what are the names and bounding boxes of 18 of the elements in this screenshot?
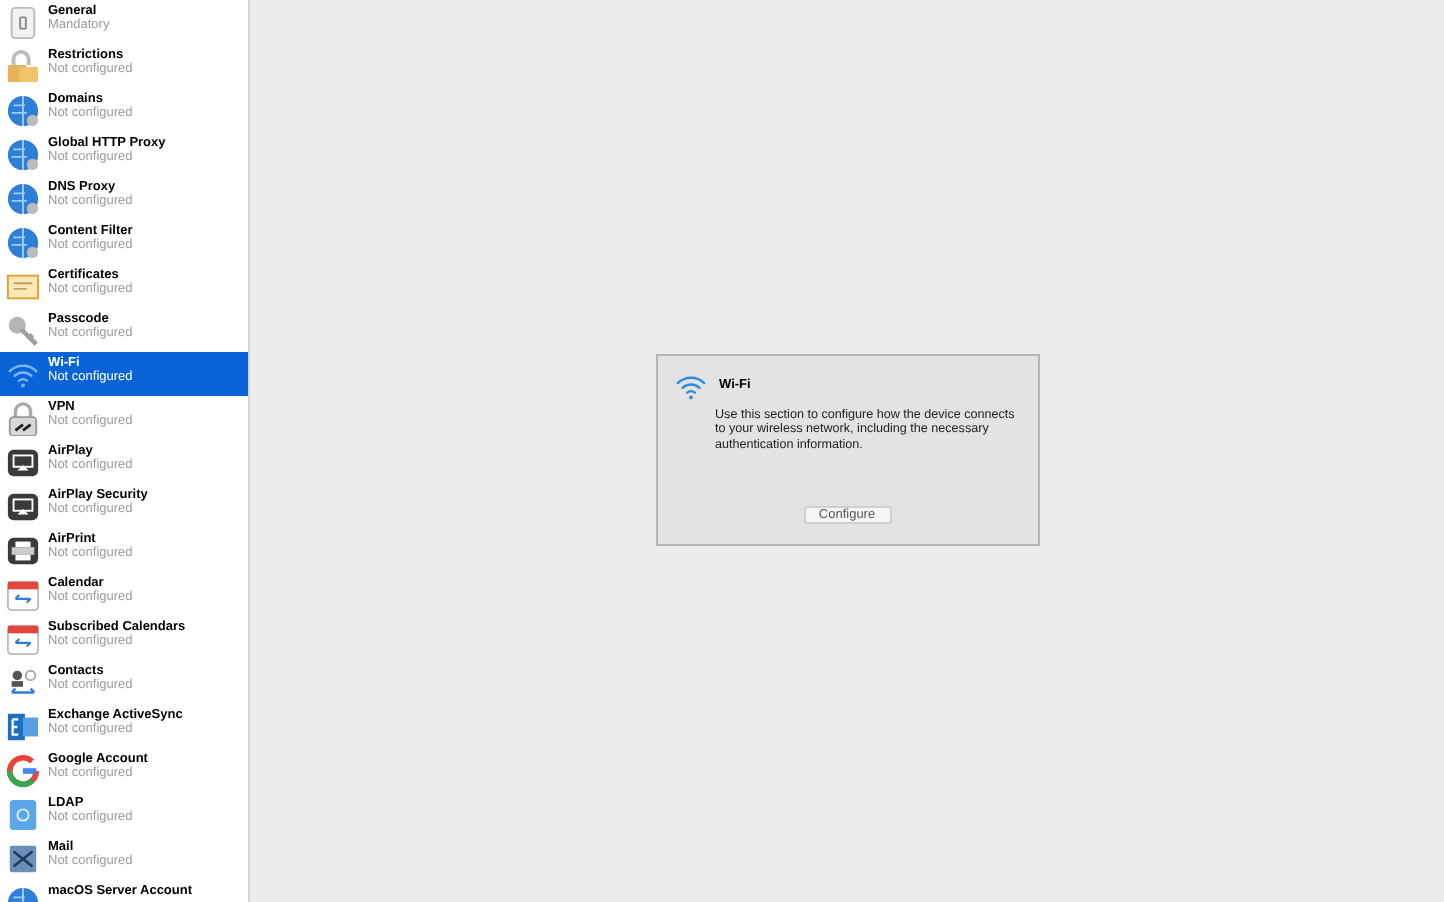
globe-icon bbox=[6, 181, 40, 215]
device-icon bbox=[6, 5, 40, 39]
certificate-icon bbox=[6, 269, 40, 303]
globe-icon bbox=[6, 137, 40, 171]
globe-icon bbox=[6, 93, 40, 127]
contacts-icon bbox=[6, 665, 40, 699]
ldap-icon bbox=[6, 797, 40, 831]
calendar-icon bbox=[6, 577, 40, 611]
padlock-icon bbox=[6, 401, 40, 435]
calendar-icon bbox=[6, 621, 40, 655]
exchange-icon bbox=[6, 709, 40, 743]
padlock-icon bbox=[6, 49, 40, 83]
printer-icon bbox=[6, 533, 40, 567]
key-icon bbox=[6, 313, 40, 347]
screen-icon bbox=[6, 445, 40, 479]
globe-icon bbox=[6, 225, 40, 259]
screen-icon bbox=[6, 489, 40, 523]
google-icon bbox=[6, 753, 40, 787]
